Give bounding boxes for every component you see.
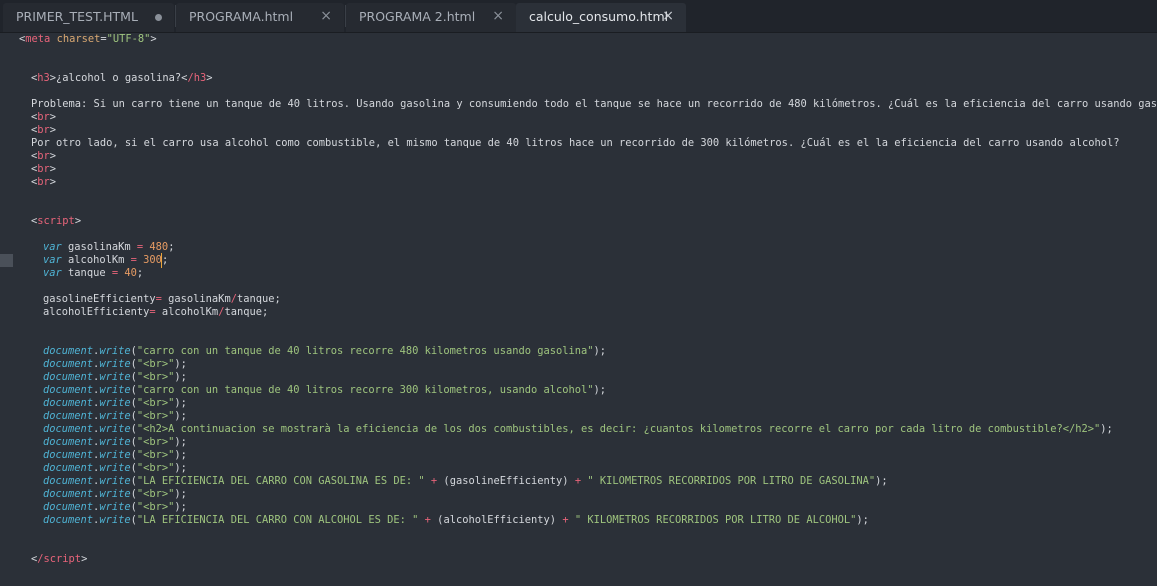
code-line: <h3>¿alcohol o gasolina?</h3> bbox=[31, 72, 213, 84]
code-line: document.write("carro con un tanque de 4… bbox=[43, 384, 607, 396]
tab-label: PROGRAMA.html bbox=[189, 9, 294, 24]
code-line: document.write("LA EFICIENCIA DEL CARRO … bbox=[43, 475, 888, 487]
unsaved-dot-icon[interactable] bbox=[155, 14, 162, 21]
code-line: document.write("<br>"); bbox=[43, 397, 187, 409]
code-line: var tanque = 40; bbox=[43, 267, 144, 279]
code-line: <script> bbox=[31, 215, 82, 227]
code-line: document.write("<br>"); bbox=[43, 488, 187, 500]
tab-primer-test[interactable]: PRIMER_TEST.HTML bbox=[3, 3, 174, 32]
code-line: <br> bbox=[31, 163, 57, 175]
code-line: <meta charset="UTF-8"> bbox=[19, 33, 157, 45]
code-editor[interactable]: <meta charset="UTF-8"> <h3>¿alcohol o ga… bbox=[0, 32, 1157, 586]
code-line: document.write("<br>"); bbox=[43, 410, 187, 422]
code-line: <br> bbox=[31, 176, 57, 188]
code-line: Por otro lado, si el carro usa alcohol c… bbox=[31, 137, 1120, 149]
code-line: var gasolinaKm = 480; bbox=[43, 241, 175, 253]
code-line: document.write("<br>"); bbox=[43, 449, 187, 461]
tab-programa[interactable]: PROGRAMA.html × bbox=[176, 3, 344, 32]
tab-programa-2[interactable]: PROGRAMA 2.html × bbox=[346, 3, 516, 32]
code-line: document.write("LA EFICIENCIA DEL CARRO … bbox=[43, 514, 869, 526]
code-line: document.write("<br>"); bbox=[43, 358, 187, 370]
code-line: Problema: Si un carro tiene un tanque de… bbox=[31, 98, 1157, 110]
tab-label: PROGRAMA 2.html bbox=[359, 9, 476, 24]
code-line: document.write("<br>"); bbox=[43, 462, 187, 474]
tab-bar: PRIMER_TEST.HTML PROGRAMA.html × PROGRAM… bbox=[0, 0, 1157, 33]
close-icon[interactable]: × bbox=[492, 3, 504, 30]
code-line: document.write("carro con un tanque de 4… bbox=[43, 345, 607, 357]
code-line: <br> bbox=[31, 124, 57, 136]
code-line: document.write("<h2>A continuacion se mo… bbox=[43, 423, 1113, 435]
close-icon[interactable]: × bbox=[662, 3, 674, 30]
tab-label: PRIMER_TEST.HTML bbox=[16, 9, 138, 24]
code-line: <br> bbox=[31, 111, 57, 123]
code-line: gasolineEfficienty= gasolinaKm/tanque; bbox=[43, 293, 281, 305]
code-line: alcoholEfficienty= alcoholKm/tanque; bbox=[43, 306, 269, 318]
code-line: document.write("<br>"); bbox=[43, 501, 187, 513]
code-line: </script> bbox=[31, 553, 88, 565]
code-line: document.write("<br>"); bbox=[43, 436, 187, 448]
code-line: var alcoholKm = 300; bbox=[43, 254, 169, 266]
tab-label: calculo_consumo.html bbox=[529, 9, 669, 24]
code-line: document.write("<br>"); bbox=[43, 371, 187, 383]
close-icon[interactable]: × bbox=[320, 3, 332, 30]
tab-calculo-consumo[interactable]: calculo_consumo.html × bbox=[516, 3, 686, 32]
code-line: <br> bbox=[31, 150, 57, 162]
